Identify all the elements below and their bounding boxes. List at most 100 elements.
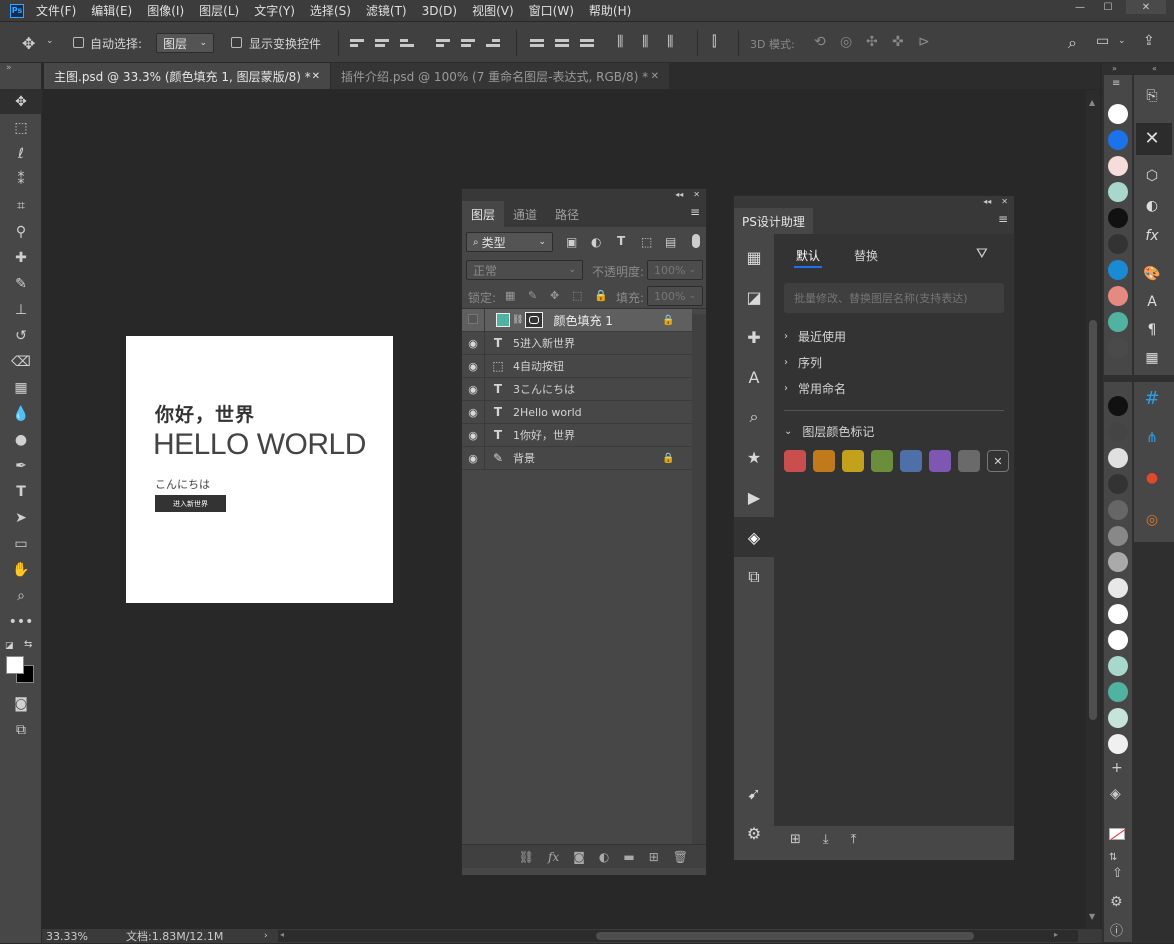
filter-pixel-icon[interactable]: ▣: [566, 235, 577, 249]
panel-menu-icon[interactable]: ≡: [1112, 78, 1120, 89]
section-common-names[interactable]: › 常用命名: [784, 380, 846, 397]
layer-name[interactable]: 背景: [513, 450, 535, 466]
export-icon[interactable]: ⤒: [851, 832, 857, 847]
color-swatch-dot[interactable]: [1108, 312, 1128, 332]
scroll-down-icon[interactable]: ▼: [1089, 912, 1095, 921]
distribute-bottom-icon[interactable]: [580, 35, 596, 51]
pin-icon[interactable]: ➹: [744, 783, 764, 803]
scroll-up-icon[interactable]: ▲: [1089, 98, 1095, 107]
3d-cube-icon[interactable]: ⬡: [1140, 164, 1164, 188]
3d-scale-icon[interactable]: ⊳: [918, 34, 930, 50]
plugin-d-icon[interactable]: ◎: [1140, 508, 1164, 532]
swap-icon[interactable]: ⇅: [1109, 852, 1117, 863]
menu-filter[interactable]: 滤镜(T): [366, 2, 407, 19]
lasso-tool-icon[interactable]: ℓ: [0, 141, 42, 166]
paragraph-icon[interactable]: ¶: [1140, 318, 1164, 342]
history-panel-icon[interactable]: ⎘: [1140, 84, 1164, 108]
color-violet-swatch[interactable]: [929, 450, 951, 472]
menu-view[interactable]: 视图(V): [472, 2, 514, 19]
color-swatch-dot[interactable]: [1108, 260, 1128, 280]
blur-tool-icon[interactable]: 💧: [0, 401, 42, 426]
link-icon[interactable]: ⛓: [512, 315, 523, 325]
scrollbar-thumb[interactable]: [596, 932, 974, 940]
marquee-tool-icon[interactable]: ⬚: [0, 115, 42, 140]
move-tool-icon[interactable]: ✥: [22, 34, 35, 53]
blend-mode-dropdown[interactable]: 正常 ⌄: [466, 260, 583, 280]
menu-type[interactable]: 文字(Y): [254, 2, 295, 19]
layer-name[interactable]: 2Hello world: [513, 406, 582, 419]
color-swatch-dot[interactable]: [1108, 286, 1128, 306]
layer-row-text[interactable]: ◉ T 3こんにちは: [462, 377, 692, 401]
distribute-hcenter-icon[interactable]: ⫼: [642, 34, 648, 50]
adjustments-icon[interactable]: ◐: [1140, 194, 1164, 218]
document-canvas[interactable]: 你好，世界 HELLO WORLD こんにちは 进入新世界: [126, 336, 393, 603]
layer-list-scrollbar[interactable]: [692, 314, 706, 844]
no-color-icon[interactable]: [1109, 828, 1126, 841]
distribute-right-icon[interactable]: ⫼: [667, 34, 673, 50]
color-swatch-dot[interactable]: [1108, 156, 1128, 176]
plugin-c-icon[interactable]: ●: [1140, 466, 1164, 490]
settings-icon[interactable]: ⚙: [1110, 894, 1123, 910]
zoom-tool-icon[interactable]: ⌕: [0, 583, 42, 608]
scrollbar-thumb[interactable]: [1089, 320, 1097, 720]
distribute-top-icon[interactable]: [530, 35, 546, 51]
fx-icon[interactable]: fx: [548, 850, 559, 864]
eyedropper-tool-icon[interactable]: ⚲: [0, 219, 42, 244]
color-swatch-dot[interactable]: [1108, 682, 1128, 702]
visibility-toggle[interactable]: [462, 313, 484, 327]
new-layer-icon[interactable]: ⊞: [649, 850, 659, 864]
align-bottom-icon[interactable]: [400, 35, 416, 51]
show-transform-checkbox[interactable]: [231, 37, 242, 48]
3d-rotate-icon[interactable]: ⟲: [814, 34, 826, 50]
color-swatch-dot[interactable]: [1108, 182, 1128, 202]
lock-transparent-icon[interactable]: ▦: [505, 289, 515, 302]
workspace-icon[interactable]: ▭: [1096, 33, 1109, 49]
menu-edit[interactable]: 编辑(E): [91, 2, 132, 19]
search-input[interactable]: [784, 283, 1004, 313]
color-swatch-dot[interactable]: [1108, 526, 1128, 546]
menu-image[interactable]: 图像(I): [147, 2, 184, 19]
panel-menu-icon[interactable]: ≡: [998, 212, 1008, 226]
filter-toggle[interactable]: [692, 234, 700, 248]
new-group-icon[interactable]: ▬: [623, 850, 634, 864]
history-brush-tool-icon[interactable]: ↺: [0, 323, 42, 348]
hand-tool-icon[interactable]: ✋: [0, 557, 42, 582]
layer-mask-thumbnail[interactable]: [525, 312, 544, 328]
layout-icon[interactable]: ▦: [744, 247, 764, 267]
layer-name[interactable]: 1你好，世界: [513, 427, 575, 443]
lock-all-icon[interactable]: 🔒: [594, 289, 608, 302]
color-swatch-dot[interactable]: [1108, 130, 1128, 150]
collapse-dock-icon[interactable]: »: [1112, 64, 1117, 73]
section-sequence[interactable]: › 序列: [784, 354, 822, 371]
3d-drag-icon[interactable]: ✣: [866, 34, 878, 50]
horizontal-scrollbar[interactable]: ◂ ▸: [278, 930, 1078, 942]
align-hcenter-icon[interactable]: [461, 35, 477, 51]
distribute-vcenter-icon[interactable]: [555, 35, 571, 51]
text-search-icon[interactable]: ⌕: [744, 407, 764, 427]
shapes-icon[interactable]: ◪: [744, 287, 764, 307]
import-icon[interactable]: ⤓: [823, 832, 829, 847]
layer-row-text[interactable]: ◉ T 2Hello world: [462, 400, 692, 424]
collapse-dock-icon[interactable]: «: [1152, 64, 1157, 73]
menu-help[interactable]: 帮助(H): [589, 2, 631, 19]
close-icon[interactable]: ✕: [1001, 197, 1008, 206]
filter-type-dropdown[interactable]: ⌕ 类型 ⌄: [466, 232, 553, 252]
menu-select[interactable]: 选择(S): [310, 2, 351, 19]
close-icon[interactable]: ✕: [312, 71, 320, 82]
adjustment-layer-icon[interactable]: ◐: [599, 850, 609, 864]
layer-name[interactable]: 3こんにちは: [513, 381, 575, 397]
assistant-title-tab[interactable]: PS设计助理: [734, 208, 813, 234]
brush-tool-icon[interactable]: ✎: [0, 271, 42, 296]
plugin-b-icon[interactable]: ⋔: [1140, 426, 1164, 450]
eye-icon[interactable]: ◉: [462, 429, 484, 442]
color-swatch-dot[interactable]: [1108, 208, 1128, 228]
clone-stamp-tool-icon[interactable]: ⊥: [0, 297, 42, 322]
color-swatch-dot[interactable]: [1108, 734, 1128, 754]
copy-icon[interactable]: ⧉: [744, 567, 764, 587]
collapse-toolbox-icon[interactable]: »: [6, 63, 12, 73]
filter-type-icon[interactable]: T: [617, 234, 625, 248]
distribute-left-icon[interactable]: ⫼: [617, 34, 623, 50]
screen-mode-icon[interactable]: ⧉: [0, 717, 42, 742]
link-layers-icon[interactable]: ⛓: [519, 850, 534, 864]
lock-position-icon[interactable]: ✥: [550, 289, 559, 302]
